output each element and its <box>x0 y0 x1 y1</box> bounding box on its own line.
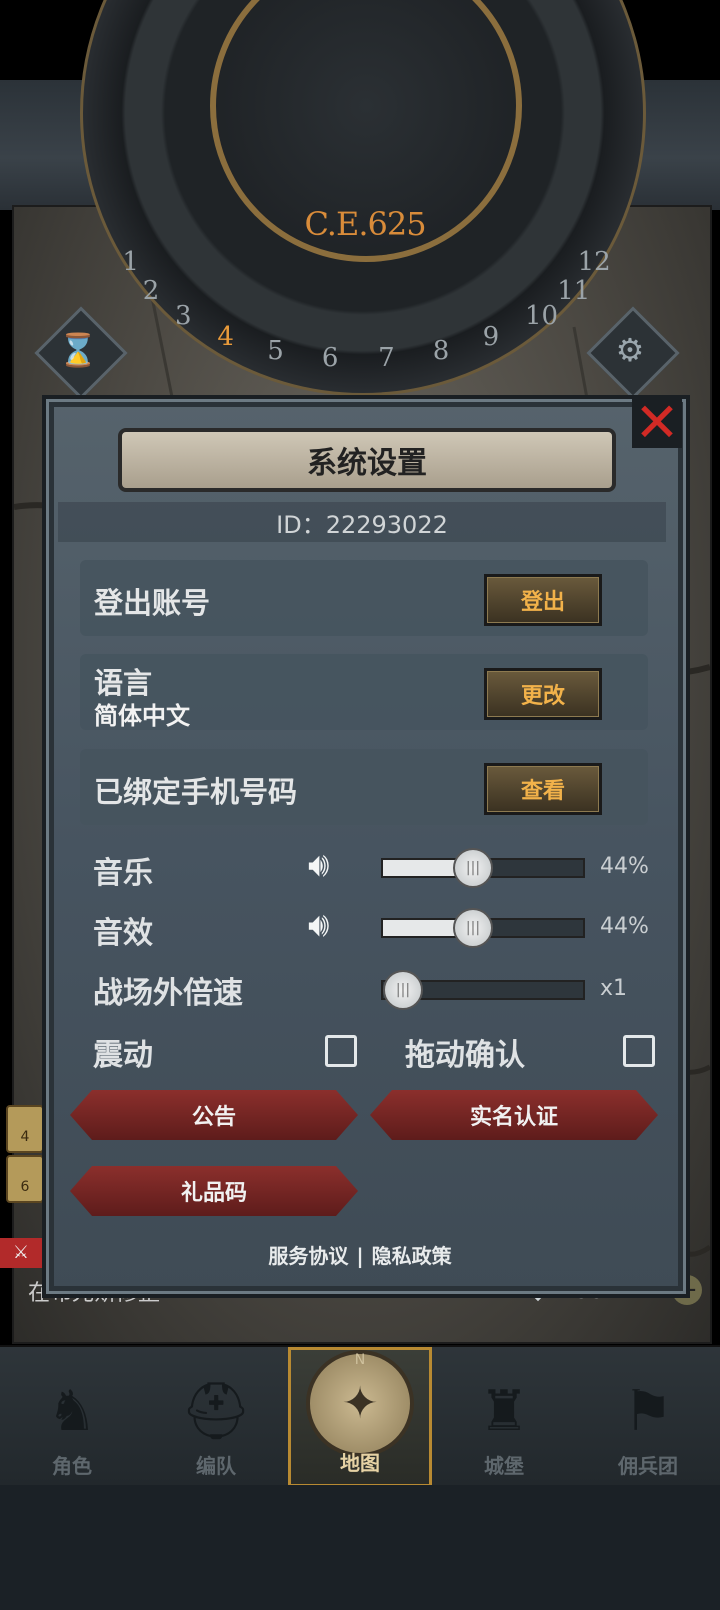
player-id: ID：22293022 <box>58 502 666 542</box>
dial-number: 5 <box>267 335 284 366</box>
dial-number: 7 <box>378 343 395 374</box>
dial-number: 8 <box>432 335 450 366</box>
language-value: 简体中文 <box>94 702 190 730</box>
gear-icon[interactable]: ⚙ <box>600 320 660 380</box>
dial-number: 9 <box>482 321 500 352</box>
privacy-policy-link[interactable]: 隐私政策 <box>372 1244 452 1268</box>
logout-label: 登出账号 <box>94 586 211 620</box>
phone-row: 已绑定手机号码 查看 <box>80 749 648 825</box>
real-name-button[interactable]: 实名认证 <box>370 1090 658 1140</box>
speed-value: x1 <box>600 976 628 1001</box>
logout-row: 登出账号 登出 <box>80 560 648 636</box>
music-value: 44% <box>600 854 649 879</box>
compass-north-label: N <box>354 1352 366 1368</box>
footer-separator: | <box>356 1244 364 1268</box>
nav-item-mercenary[interactable]: ⚑ 佣兵团 <box>576 1347 720 1487</box>
speaker-icon[interactable]: 🔊︎ <box>308 845 329 885</box>
drag-confirm-label: 拖动确认 <box>405 1038 525 1073</box>
view-phone-button[interactable]: 查看 <box>484 763 602 815</box>
dial-number: 2 <box>142 275 160 306</box>
music-label: 音乐 <box>93 856 153 891</box>
nav-item-character[interactable]: ♞ 角色 <box>0 1347 144 1487</box>
knight-icon: ♞ <box>46 1379 98 1444</box>
vibration-checkbox[interactable] <box>325 1035 357 1067</box>
bottom-nav: ♞ 角色 ⛑ 编队 N ✦ 地图 ♜ 城堡 ⚑ 佣兵团 <box>0 1345 720 1487</box>
banner-icon: ⚑ <box>622 1379 674 1444</box>
dial-number-ring: 1 2 3 4 5 6 7 8 9 10 11 12 <box>80 205 640 425</box>
dial-number: 3 <box>175 301 192 332</box>
dial-number: 4 <box>217 321 234 352</box>
notice-button[interactable]: 公告 <box>70 1090 358 1140</box>
side-badge-2[interactable]: 6 <box>6 1155 44 1203</box>
castle-icon: ♜ <box>478 1379 530 1444</box>
logout-button[interactable]: 登出 <box>484 574 602 626</box>
dial-number: 12 <box>577 247 611 278</box>
nav-item-map[interactable]: N ✦ 地图 <box>288 1347 432 1487</box>
nav-item-castle[interactable]: ♜ 城堡 <box>432 1347 576 1487</box>
nav-label-mercenary: 佣兵团 <box>618 1454 678 1478</box>
dial-number: 6 <box>321 343 339 374</box>
sfx-slider-knob[interactable]: ||| <box>453 908 493 948</box>
music-slider-knob[interactable]: ||| <box>453 848 493 888</box>
vibration-label: 震动 <box>93 1038 153 1073</box>
service-agreement-link[interactable]: 服务协议 <box>268 1244 348 1268</box>
change-language-button[interactable]: 更改 <box>484 668 602 720</box>
speaker-icon[interactable]: 🔊︎ <box>308 905 329 945</box>
footer-links: 服务协议 | 隐私政策 <box>0 1240 720 1269</box>
dial-number: 1 <box>122 247 139 278</box>
sfx-slider[interactable]: ||| <box>381 908 585 948</box>
dialog-title: 系统设置 <box>118 428 616 492</box>
speed-slider[interactable]: ||| <box>381 970 585 1010</box>
sfx-value: 44% <box>600 914 649 939</box>
dial-number: 10 <box>524 301 559 332</box>
nav-label-team: 编队 <box>196 1454 236 1478</box>
nav-label-map: 地图 <box>340 1451 380 1475</box>
phone-label: 已绑定手机号码 <box>94 775 298 809</box>
music-slider[interactable]: ||| <box>381 848 585 888</box>
speed-slider-knob[interactable]: ||| <box>383 970 423 1010</box>
nav-label-castle: 城堡 <box>484 1454 524 1478</box>
nav-label-character: 角色 <box>52 1454 92 1478</box>
language-row: 语言 简体中文 更改 <box>80 654 648 730</box>
dial-number: 11 <box>557 275 591 306</box>
gift-code-button[interactable]: 礼品码 <box>70 1166 358 1216</box>
close-icon[interactable]: ✕ <box>632 396 682 450</box>
system-nav-area <box>0 1485 720 1610</box>
helmet-icon: ⛑ <box>180 1379 252 1444</box>
side-badge-1[interactable]: 4 <box>6 1105 44 1153</box>
nav-item-team[interactable]: ⛑ 编队 <box>144 1347 288 1487</box>
sfx-label: 音效 <box>93 916 153 951</box>
hourglass-icon[interactable]: ⌛ <box>48 320 108 380</box>
drag-confirm-checkbox[interactable] <box>623 1035 655 1067</box>
speed-label: 战场外倍速 <box>93 976 243 1011</box>
